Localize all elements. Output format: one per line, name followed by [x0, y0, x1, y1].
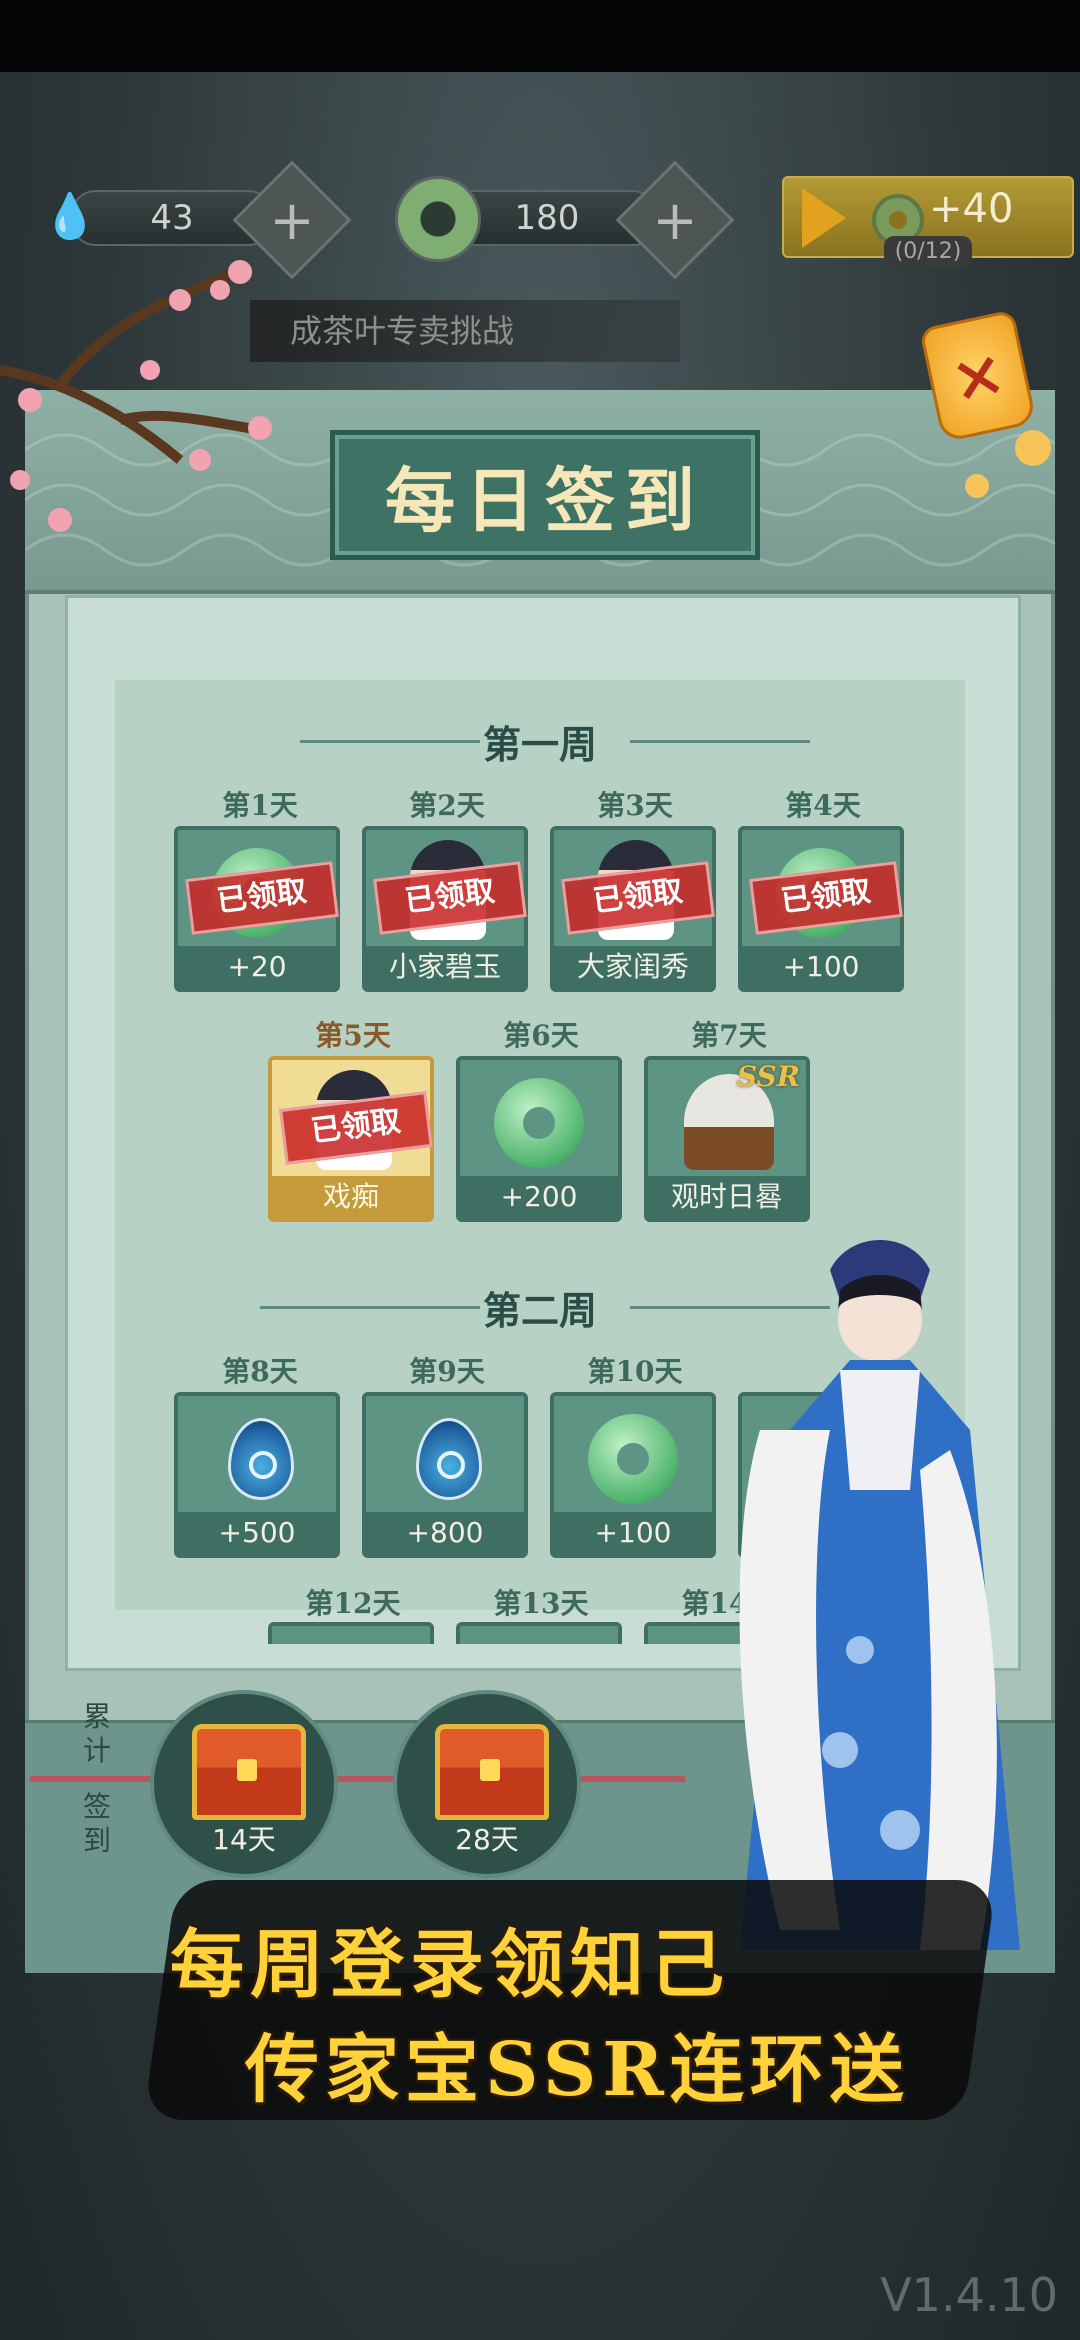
reward-amount: +100: [554, 1512, 712, 1554]
jade-icon: [494, 1078, 584, 1168]
lantern-decoration: [965, 430, 1051, 498]
day-label: 第6天: [503, 1019, 579, 1052]
milestone-label: 14天: [212, 1823, 276, 1856]
treasure-chest-icon: [435, 1724, 549, 1820]
treasure-chest-icon: [192, 1724, 306, 1820]
reward-amount: +800: [366, 1512, 524, 1554]
reward-card-day10[interactable]: +100: [550, 1392, 716, 1558]
claimed-stamp: 已领取: [185, 861, 339, 935]
claimed-stamp: 已领取: [373, 861, 527, 935]
water-drop-icon: 💧: [42, 191, 98, 242]
reward-card-day1[interactable]: 已领取 +20: [174, 826, 340, 992]
milestone-28-days[interactable]: 28天: [393, 1690, 581, 1878]
progress-line: [30, 1776, 160, 1782]
milestone-14-days[interactable]: 14天: [150, 1690, 338, 1878]
reward-card-day7[interactable]: SSR 观时日晷: [644, 1056, 810, 1222]
task-banner[interactable]: 成茶叶专卖挑战: [250, 300, 680, 362]
cumulative-label: 累计: [82, 1700, 111, 1767]
reward-card-day2[interactable]: 已领取 小家碧玉: [362, 826, 528, 992]
reward-card-day6[interactable]: +200: [456, 1056, 622, 1222]
ad-count: (0/12): [884, 236, 972, 268]
promo-line-1: 每周登录领知己: [170, 1922, 730, 2008]
jade-resource: 180 +: [395, 160, 735, 280]
week1-title: 第一周: [482, 722, 597, 767]
day-label: 第5天: [315, 1019, 391, 1052]
drop-resource: 43 💧 +: [30, 160, 352, 280]
day-label: 第1天: [222, 789, 298, 822]
day-label: 第12天: [305, 1587, 401, 1620]
cumulative-label: 签到: [82, 1790, 111, 1857]
reward-card-day9[interactable]: +800: [362, 1392, 528, 1558]
reward-amount: +500: [178, 1512, 336, 1554]
panel-title: 每日签到: [330, 430, 760, 560]
day-label: 第10天: [587, 1355, 683, 1388]
ssr-badge: SSR: [736, 1060, 800, 1093]
reward-amount: 戏痴: [272, 1176, 430, 1218]
day-label: 第9天: [409, 1355, 485, 1388]
reward-card-day8[interactable]: +500: [174, 1392, 340, 1558]
version-label: V1.4.10: [880, 2268, 1058, 2322]
reward-amount: +100: [742, 946, 900, 988]
status-bar: [0, 0, 1080, 72]
play-icon: [802, 188, 846, 248]
reward-amount: +200: [460, 1176, 618, 1218]
water-drop-icon: [228, 1418, 294, 1500]
reward-amount: 小家碧玉: [366, 946, 524, 988]
water-drop-icon: [416, 1418, 482, 1500]
promo-line-2: 传家宝SSR连环送: [245, 2027, 910, 2113]
day-label: 第13天: [493, 1587, 589, 1620]
day-label: 第3天: [597, 789, 673, 822]
reward-card-day12[interactable]: [268, 1622, 434, 1644]
reward-card-day5[interactable]: 已领取 戏痴: [268, 1056, 434, 1222]
reward-card-day4[interactable]: 已领取 +100: [738, 826, 904, 992]
ad-reward: +40: [929, 186, 1014, 232]
reward-card-day3[interactable]: 已领取 大家闺秀: [550, 826, 716, 992]
watch-ad-button[interactable]: +40 (0/12): [782, 176, 1074, 268]
milestone-label: 28天: [455, 1823, 519, 1856]
day-label: 第2天: [409, 789, 485, 822]
claimed-stamp: 已领取: [279, 1091, 433, 1165]
reward-amount: 观时日晷: [648, 1176, 806, 1218]
reward-card-day13[interactable]: [456, 1622, 622, 1644]
day-label: 第7天: [691, 1019, 767, 1052]
claimed-stamp: 已领取: [749, 861, 903, 935]
day-label: 第8天: [222, 1355, 298, 1388]
day-label: 第4天: [785, 789, 861, 822]
claimed-stamp: 已领取: [561, 861, 715, 935]
jade-icon: [395, 176, 481, 262]
close-icon: ×: [943, 333, 1013, 419]
jade-icon: [588, 1414, 678, 1504]
reward-amount: 大家闺秀: [554, 946, 712, 988]
reward-amount: +20: [178, 946, 336, 988]
